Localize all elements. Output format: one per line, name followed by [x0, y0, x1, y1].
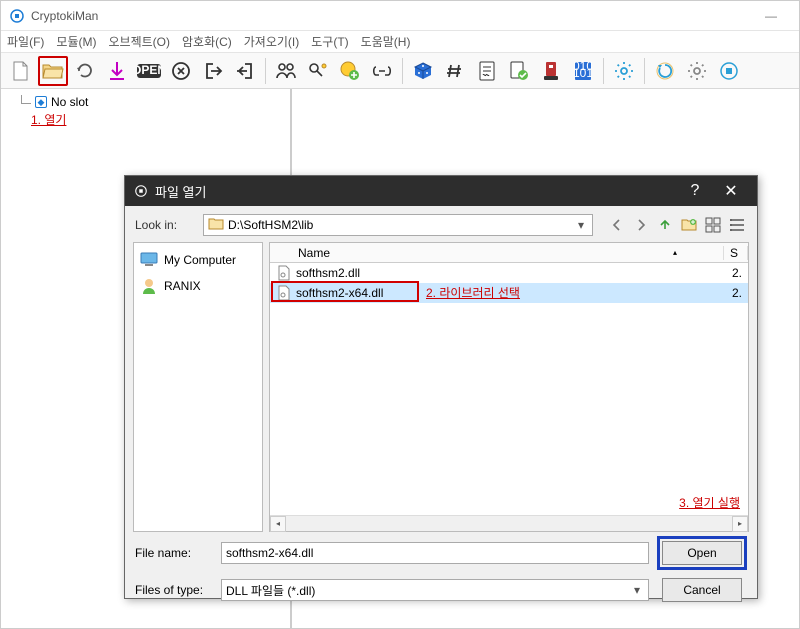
up-folder-icon[interactable] [655, 215, 675, 235]
menu-help[interactable]: 도움말(H) [361, 33, 411, 50]
logout-icon[interactable] [230, 56, 260, 86]
horizontal-scrollbar[interactable]: ◂ ▸ [270, 515, 748, 531]
menu-object[interactable]: 오브젝트(O) [108, 33, 170, 50]
tree-item-label: No slot [51, 95, 88, 109]
app-icon [9, 8, 25, 24]
tree-item-noslot[interactable]: ◆ No slot [5, 95, 286, 109]
column-name[interactable]: Name ▴ [270, 246, 724, 260]
lookin-combo[interactable]: D:\SoftHSM2\lib ▾ [203, 214, 593, 236]
lookin-tools [607, 215, 747, 235]
reload-icon[interactable] [650, 56, 680, 86]
toolbar: OPEN 010101 [1, 53, 799, 89]
dialog-bottom: File name: softhsm2-x64.dll Open Files o… [125, 532, 757, 614]
menu-tool[interactable]: 도구(T) [311, 33, 348, 50]
annotation-1: 1. 열기 [5, 111, 286, 128]
dialog-body: My Computer RANIX Name ▴ S softhsm2.dll … [125, 242, 757, 532]
cancel-button[interactable]: Cancel [662, 578, 742, 602]
main-titlebar: CryptokiMan — [1, 1, 799, 31]
chevron-down-icon: ▾ [630, 583, 644, 597]
toolbar-separator [603, 58, 604, 84]
menu-crypto[interactable]: 암호화(C) [182, 33, 232, 50]
list-view-icon[interactable] [727, 215, 747, 235]
chevron-down-icon: ▾ [574, 218, 588, 232]
verify-doc-icon[interactable] [504, 56, 534, 86]
users-icon[interactable] [271, 56, 301, 86]
file-row[interactable]: softhsm2.dll 2. [270, 263, 748, 283]
undo-icon[interactable] [70, 56, 100, 86]
close-circle-icon[interactable] [166, 56, 196, 86]
files-of-type-combo[interactable]: DLL 파일들 (*.dll) ▾ [221, 579, 649, 601]
open-badge-icon[interactable]: OPEN [134, 56, 164, 86]
toolbar-separator [265, 58, 266, 84]
sidebar-item-mycomputer[interactable]: My Computer [138, 247, 258, 273]
file-s: 2. [724, 286, 748, 300]
hash-icon[interactable] [440, 56, 470, 86]
files-of-type-label: Files of type: [135, 583, 213, 597]
nav-forward-icon[interactable] [631, 215, 651, 235]
annotation-box-3: Open [657, 536, 747, 570]
scroll-right-icon[interactable]: ▸ [732, 516, 748, 532]
dll-file-icon [276, 285, 292, 301]
menubar: 파일(F) 모듈(M) 오브젝트(O) 암호화(C) 가져오기(I) 도구(T)… [1, 31, 799, 53]
nav-back-icon[interactable] [607, 215, 627, 235]
file-list-pane: Name ▴ S softhsm2.dll 2. softhsm2-x64.dl… [269, 242, 749, 532]
menu-import[interactable]: 가져오기(I) [244, 33, 300, 50]
dialog-titlebar: 파일 열기 ? ✕ [125, 176, 757, 206]
menu-module[interactable]: 모듈(M) [56, 33, 96, 50]
dialog-help-button[interactable]: ? [677, 176, 713, 206]
new-file-icon[interactable] [6, 56, 36, 86]
key-search-icon[interactable] [303, 56, 333, 86]
login-icon[interactable] [198, 56, 228, 86]
sign-doc-icon[interactable] [472, 56, 502, 86]
sidebar-item-label: RANIX [164, 279, 201, 293]
lookin-path: D:\SoftHSM2\lib [228, 218, 313, 232]
dll-file-icon [276, 265, 292, 281]
file-open-dialog: 파일 열기 ? ✕ Look in: D:\SoftHSM2\lib ▾ My … [124, 175, 758, 599]
open-file-icon[interactable] [38, 56, 68, 86]
toolbar-separator [644, 58, 645, 84]
add-circle-icon[interactable] [335, 56, 365, 86]
sidebar-item-label: My Computer [164, 253, 236, 267]
new-folder-icon[interactable] [679, 215, 699, 235]
file-name-label: File name: [135, 546, 213, 560]
column-s[interactable]: S [724, 246, 748, 260]
file-row[interactable]: softhsm2-x64.dll 2. [270, 283, 748, 303]
file-list: softhsm2.dll 2. softhsm2-x64.dll 2. [270, 263, 748, 515]
places-sidebar: My Computer RANIX [133, 242, 263, 532]
svg-text:OPEN: OPEN [137, 64, 161, 77]
dialog-icon [133, 183, 149, 199]
file-name-input[interactable]: softhsm2-x64.dll [221, 542, 649, 564]
tree-node-icon: ◆ [35, 96, 47, 108]
encrypt-icon[interactable] [536, 56, 566, 86]
tree-connector-icon [17, 95, 31, 109]
icon-view-icon[interactable] [703, 215, 723, 235]
dialog-title: 파일 열기 [155, 182, 206, 201]
svg-text:101: 101 [574, 66, 592, 80]
scroll-left-icon[interactable]: ◂ [270, 516, 286, 532]
lookin-row: Look in: D:\SoftHSM2\lib ▾ [125, 206, 757, 242]
file-name: softhsm2.dll [296, 266, 724, 280]
menu-file[interactable]: 파일(F) [7, 33, 44, 50]
chip-icon[interactable] [714, 56, 744, 86]
computer-icon [140, 251, 158, 269]
lookin-label: Look in: [135, 218, 195, 232]
download-icon[interactable] [102, 56, 132, 86]
folder-icon [208, 217, 224, 233]
user-icon [140, 277, 158, 295]
sidebar-item-ranix[interactable]: RANIX [138, 273, 258, 299]
binary-icon[interactable]: 010101 [568, 56, 598, 86]
minimize-button[interactable]: — [751, 4, 791, 28]
file-name: softhsm2-x64.dll [296, 286, 724, 300]
gear-icon[interactable] [609, 56, 639, 86]
sort-asc-icon: ▴ [673, 248, 717, 257]
app-title: CryptokiMan [31, 9, 98, 23]
dialog-close-button[interactable]: ✕ [713, 176, 749, 206]
open-button[interactable]: Open [662, 541, 742, 565]
file-list-header: Name ▴ S [270, 243, 748, 263]
file-s: 2. [724, 266, 748, 280]
cube-icon[interactable] [408, 56, 438, 86]
toolbar-separator [402, 58, 403, 84]
link-icon[interactable] [367, 56, 397, 86]
gear2-icon[interactable] [682, 56, 712, 86]
